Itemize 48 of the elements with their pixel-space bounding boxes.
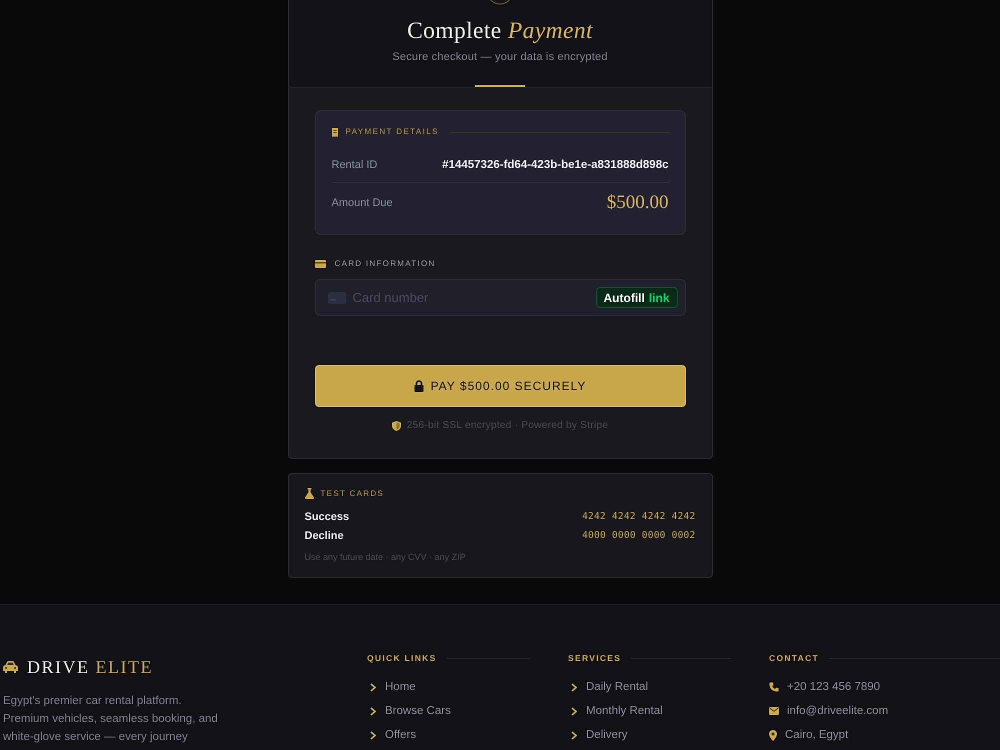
- footer-link[interactable]: Monthly Rental: [586, 702, 663, 720]
- autofill-button[interactable]: Autofill link: [596, 287, 678, 308]
- chevron-icon: [370, 682, 376, 692]
- shield-icon: [392, 421, 401, 431]
- test-card-label: Success: [304, 510, 350, 522]
- flask-icon: [304, 488, 314, 499]
- chevron-icon: [571, 730, 577, 740]
- detail-value: #14457326-fd64-423b-be1e-a831888d898c: [442, 158, 668, 173]
- amount-value: $500.00: [606, 192, 668, 214]
- footer-link[interactable]: Delivery: [586, 726, 628, 744]
- accent-bar: [475, 85, 525, 87]
- lock-icon: [414, 380, 424, 392]
- footer-link[interactable]: Daily Rental: [586, 678, 648, 696]
- location-pin-icon: [769, 730, 777, 740]
- footer-link[interactable]: Browse Cars: [385, 702, 451, 720]
- page-title: Complete Payment: [407, 17, 593, 46]
- card-icon: [314, 260, 326, 268]
- chevron-icon: [370, 706, 376, 716]
- detail-label: Rental ID: [332, 158, 378, 173]
- security-note: 256-bit SSL encrypted · Powered by Stripe: [406, 420, 608, 432]
- section-heading: TEST CARDS: [320, 488, 384, 500]
- chevron-icon: [370, 730, 376, 740]
- phone-icon: [769, 682, 779, 692]
- footer-link[interactable]: Offers: [385, 726, 416, 744]
- chevron-icon: [571, 706, 577, 716]
- footer-description: Egypt's premier car rental platform. Premium vehicles, seamless booking, and white-glove service — every journey: [3, 694, 219, 745]
- logo-text[interactable]: DRIVE ELITE: [27, 655, 153, 679]
- card-icon: [328, 292, 346, 304]
- test-card-label: Decline: [304, 530, 344, 542]
- section-heading: PAYMENT DETAILS: [346, 126, 439, 138]
- test-card-number: 4000 0000 0000 0002: [582, 530, 696, 541]
- page-subtitle: Secure checkout — your data is encrypted: [392, 50, 608, 64]
- car-icon: [3, 661, 18, 673]
- receipt-icon: [332, 128, 338, 136]
- mail-icon: [769, 707, 779, 715]
- chevron-icon: [571, 682, 577, 692]
- section-heading: CARD INFORMATION: [334, 258, 436, 270]
- footer-heading: QUICK LINKS: [367, 652, 437, 664]
- footer-heading: SERVICES: [568, 652, 622, 664]
- footer-heading: CONTACT: [769, 652, 820, 664]
- detail-label: Amount Due: [332, 196, 393, 210]
- contact-text: +20 123 456 7890: [787, 680, 880, 695]
- footer-link[interactable]: Home: [385, 678, 416, 696]
- pay-button[interactable]: PAY $500.00 SECURELY: [314, 365, 686, 407]
- contact-text: info@driveelite.com: [787, 704, 888, 719]
- contact-text: Cairo, Egypt: [785, 728, 848, 743]
- test-cards-note: Use any future date · any CVV · any ZIP: [304, 551, 467, 563]
- test-card-number: 4242 4242 4242 4242: [582, 511, 696, 522]
